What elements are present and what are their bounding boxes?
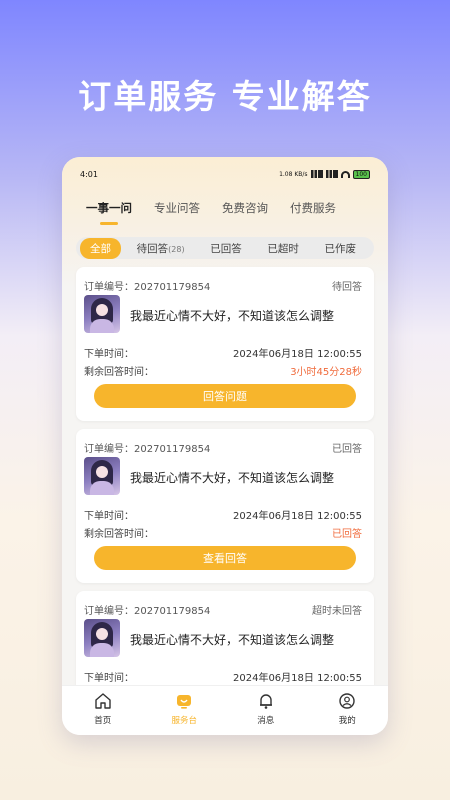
home-icon xyxy=(73,692,133,710)
filter-answered[interactable]: 已回答 xyxy=(200,238,252,259)
order-card[interactable]: 订单编号：202701179854 已回答 我最近心情不大好，不知道该怎么调整 … xyxy=(76,429,374,583)
nav-home[interactable]: 首页 xyxy=(73,692,133,726)
nav-service-desk[interactable]: 服务台 xyxy=(154,692,214,726)
nav-service-desk-label: 服务台 xyxy=(171,716,197,726)
battery-icon: 100 xyxy=(352,169,370,179)
signal-icon xyxy=(310,170,323,178)
filter-void-label: 已作废 xyxy=(324,242,356,255)
signal-icon-2 xyxy=(325,170,338,178)
filter-pending[interactable]: 待回答(28) xyxy=(127,238,195,259)
bell-icon xyxy=(236,692,296,710)
remaining-time-value: 已回答 xyxy=(332,529,362,540)
filter-all-label: 全部 xyxy=(90,242,111,255)
order-card[interactable]: 订单编号：202701179854 待回答 我最近心情不大好，不知道该怎么调整 … xyxy=(76,267,374,421)
order-time-value: 2024年06月18日 12:00:55 xyxy=(233,673,362,684)
order-time-value: 2024年06月18日 12:00:55 xyxy=(233,511,362,522)
remaining-time-value: 3小时45分28秒 xyxy=(290,367,362,378)
order-time-label: 下单时间： xyxy=(84,511,134,522)
filter-timeout-label: 已超时 xyxy=(267,242,299,255)
tab-paid-service[interactable]: 付费服务 xyxy=(290,200,336,216)
answer-question-button[interactable]: 回答问题 xyxy=(94,384,356,408)
nav-profile-label: 我的 xyxy=(338,716,356,726)
filter-pending-label: 待回答 xyxy=(136,242,169,255)
category-tabs: 一事一问 专业问答 免费咨询 付费服务 xyxy=(86,200,370,225)
avatar xyxy=(84,457,120,495)
avatar xyxy=(84,619,120,657)
filter-all[interactable]: 全部 xyxy=(80,237,121,259)
order-time-value: 2024年06月18日 12:00:55 xyxy=(233,349,362,360)
service-desk-icon xyxy=(154,692,214,710)
order-time-label: 下单时间： xyxy=(84,349,134,360)
status-filter-bar: 全部 待回答(28) 已回答 已超时 已作废 xyxy=(76,237,374,259)
question-text: 我最近心情不大好，不知道该怎么调整 xyxy=(130,471,335,485)
order-status: 已回答 xyxy=(332,444,362,455)
nav-messages[interactable]: 消息 xyxy=(236,692,296,726)
network-speed: 1.08 KB/s xyxy=(279,170,308,178)
order-number: 订单编号：202701179854 xyxy=(84,444,211,455)
profile-icon xyxy=(317,692,377,710)
filter-answered-label: 已回答 xyxy=(210,242,242,255)
nav-messages-label: 消息 xyxy=(257,716,275,726)
filter-timeout[interactable]: 已超时 xyxy=(257,238,309,259)
order-number: 订单编号：202701179854 xyxy=(84,282,211,293)
filter-void[interactable]: 已作废 xyxy=(314,238,366,259)
status-time: 4:01 xyxy=(80,169,98,179)
remaining-time-label: 剩余回答时间： xyxy=(84,367,154,378)
tab-professional-qa[interactable]: 专业问答 xyxy=(154,200,200,216)
bottom-nav: 首页 服务台 消息 我的 xyxy=(62,685,388,735)
order-time-label: 下单时间： xyxy=(84,673,134,684)
wifi-icon xyxy=(340,170,350,178)
order-status: 超时未回答 xyxy=(312,606,362,617)
tab-free-consult[interactable]: 免费咨询 xyxy=(222,200,268,216)
order-status: 待回答 xyxy=(332,282,362,293)
order-number: 订单编号：202701179854 xyxy=(84,606,211,617)
phone-mockup: 4:01 1.08 KB/s 100 一事一问 专业问答 免费咨询 付费服务 全… xyxy=(62,157,388,735)
nav-home-label: 首页 xyxy=(94,716,112,726)
filter-pending-count: (28) xyxy=(168,244,185,254)
remaining-time-label: 剩余回答时间： xyxy=(84,529,154,540)
view-answer-button[interactable]: 查看回答 xyxy=(94,546,356,570)
status-bar: 4:01 1.08 KB/s 100 xyxy=(80,167,370,181)
question-text: 我最近心情不大好，不知道该怎么调整 xyxy=(130,309,335,323)
question-text: 我最近心情不大好，不知道该怎么调整 xyxy=(130,633,335,647)
avatar xyxy=(84,295,120,333)
promo-headline: 订单服务 专业解答 xyxy=(78,77,372,116)
status-icons: 1.08 KB/s 100 xyxy=(279,169,370,179)
tab-one-question[interactable]: 一事一问 xyxy=(86,200,132,225)
nav-profile[interactable]: 我的 xyxy=(317,692,377,726)
